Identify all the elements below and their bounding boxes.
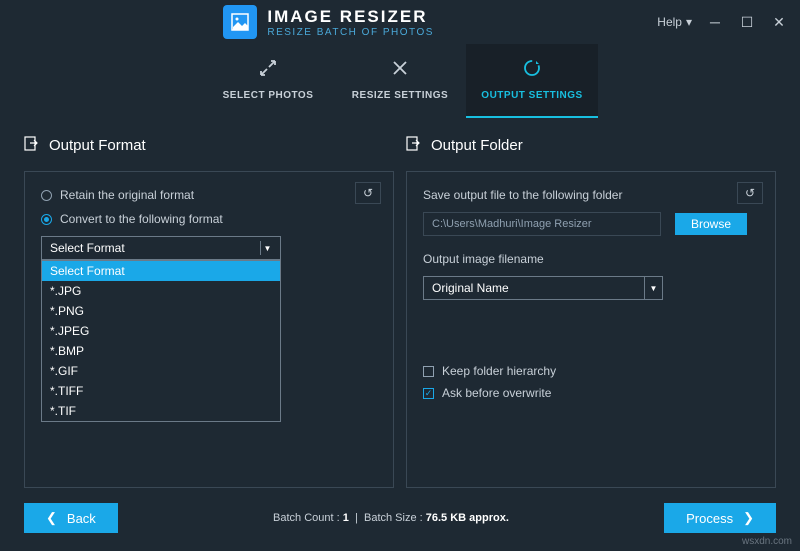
reset-format-button[interactable]: ↺ <box>355 182 381 204</box>
content-area: Output Format ↺ Retain the original form… <box>0 118 800 488</box>
keep-hierarchy-checkbox[interactable]: Keep folder hierarchy <box>423 364 759 378</box>
process-button[interactable]: Process ❯ <box>664 503 776 533</box>
undo-icon: ↺ <box>363 186 373 200</box>
dropdown-option[interactable]: *.PNG <box>42 301 280 321</box>
tab-label: SELECT PHOTOS <box>223 90 314 101</box>
filename-select[interactable]: Original Name ▼ <box>423 276 663 300</box>
radio-label: Retain the original format <box>60 188 194 202</box>
titlebar-controls: Help ▾ ─ ☐ ✕ <box>657 13 788 31</box>
app-subtitle: RESIZE BATCH OF PHOTOS <box>267 27 434 38</box>
radio-retain-original[interactable]: Retain the original format <box>41 188 377 202</box>
select-value: Select Format <box>50 241 125 255</box>
tab-output-settings[interactable]: OUTPUT SETTINGS <box>466 44 598 118</box>
chevron-left-icon: ❮ <box>46 510 57 526</box>
dropdown-option[interactable]: *.TIFF <box>42 381 280 401</box>
radio-label: Convert to the following format <box>60 212 223 226</box>
dropdown-option[interactable]: *.TIF <box>42 401 280 421</box>
filename-label: Output image filename <box>423 252 759 266</box>
export-icon <box>24 136 39 155</box>
panel-title: Output Format <box>49 137 146 154</box>
expand-icon <box>259 59 277 82</box>
browse-button[interactable]: Browse <box>675 213 747 235</box>
titlebar-branding: IMAGE RESIZER RESIZE BATCH OF PHOTOS <box>0 5 657 39</box>
tab-label: RESIZE SETTINGS <box>352 90 448 101</box>
folder-export-icon <box>406 136 421 155</box>
batch-count-value: 1 <box>343 512 349 524</box>
radio-icon <box>41 214 52 225</box>
undo-icon: ↺ <box>745 186 755 200</box>
app-logo-icon <box>223 5 257 39</box>
format-dropdown: Select Format *.JPG *.PNG *.JPEG *.BMP *… <box>41 260 281 422</box>
tab-resize-settings[interactable]: RESIZE SETTINGS <box>334 44 466 118</box>
process-label: Process <box>686 511 733 526</box>
output-format-panel: Output Format ↺ Retain the original form… <box>24 136 394 488</box>
tabs: SELECT PHOTOS RESIZE SETTINGS OUTPUT SET… <box>0 44 800 118</box>
radio-convert-format[interactable]: Convert to the following format <box>41 212 377 226</box>
dropdown-option[interactable]: *.JPEG <box>42 321 280 341</box>
titlebar: IMAGE RESIZER RESIZE BATCH OF PHOTOS Hel… <box>0 0 800 44</box>
panel-header: Output Folder <box>406 136 776 155</box>
back-label: Back <box>67 511 96 526</box>
dropdown-option[interactable]: *.BMP <box>42 341 280 361</box>
checkbox-label: Keep folder hierarchy <box>442 364 556 378</box>
output-icon <box>523 59 541 82</box>
chevron-right-icon: ❯ <box>743 510 754 526</box>
save-folder-label: Save output file to the following folder <box>423 188 759 202</box>
panel-header: Output Format <box>24 136 394 155</box>
chevron-down-icon: ▼ <box>644 277 662 299</box>
close-button[interactable]: ✕ <box>770 13 788 31</box>
ask-overwrite-checkbox[interactable]: ✓ Ask before overwrite <box>423 386 759 400</box>
app-title: IMAGE RESIZER <box>267 7 434 27</box>
batch-size-label: Batch Size : <box>364 512 423 524</box>
panel-title: Output Folder <box>431 137 523 154</box>
folder-path-input[interactable]: C:\Users\Madhuri\Image Resizer <box>423 212 661 236</box>
chevron-down-icon: ▼ <box>260 241 274 255</box>
format-select[interactable]: Select Format ▼ Select Format *.JPG *.PN… <box>41 236 281 260</box>
maximize-button[interactable]: ☐ <box>738 13 756 31</box>
filename-value: Original Name <box>432 281 509 295</box>
checkbox-icon: ✓ <box>423 388 434 399</box>
batch-status: Batch Count : 1 | Batch Size : 76.5 KB a… <box>118 512 664 524</box>
dropdown-option[interactable]: *.JPG <box>42 281 280 301</box>
checkbox-icon <box>423 366 434 377</box>
app-title-block: IMAGE RESIZER RESIZE BATCH OF PHOTOS <box>267 7 434 38</box>
watermark: wsxdn.com <box>742 536 792 547</box>
folder-panel-body: ↺ Save output file to the following fold… <box>406 171 776 488</box>
radio-icon <box>41 190 52 201</box>
dropdown-option[interactable]: Select Format <box>42 261 280 281</box>
dropdown-option[interactable]: *.GIF <box>42 361 280 381</box>
batch-count-label: Batch Count : <box>273 512 340 524</box>
chevron-down-icon: ▾ <box>686 15 692 29</box>
reset-folder-button[interactable]: ↺ <box>737 182 763 204</box>
folder-path-row: C:\Users\Madhuri\Image Resizer Browse <box>423 212 759 236</box>
footer: ❮ Back Batch Count : 1 | Batch Size : 76… <box>0 503 800 533</box>
batch-size-value: 76.5 KB approx. <box>426 512 509 524</box>
format-panel-body: ↺ Retain the original format Convert to … <box>24 171 394 488</box>
minimize-button[interactable]: ─ <box>706 13 724 31</box>
resize-icon <box>391 59 409 82</box>
help-link[interactable]: Help ▾ <box>657 15 692 29</box>
path-value: C:\Users\Madhuri\Image Resizer <box>432 218 592 230</box>
tab-select-photos[interactable]: SELECT PHOTOS <box>202 44 334 118</box>
back-button[interactable]: ❮ Back <box>24 503 118 533</box>
checkbox-label: Ask before overwrite <box>442 386 551 400</box>
output-folder-panel: Output Folder ↺ Save output file to the … <box>406 136 776 488</box>
tab-label: OUTPUT SETTINGS <box>481 90 582 101</box>
help-label: Help <box>657 15 682 29</box>
